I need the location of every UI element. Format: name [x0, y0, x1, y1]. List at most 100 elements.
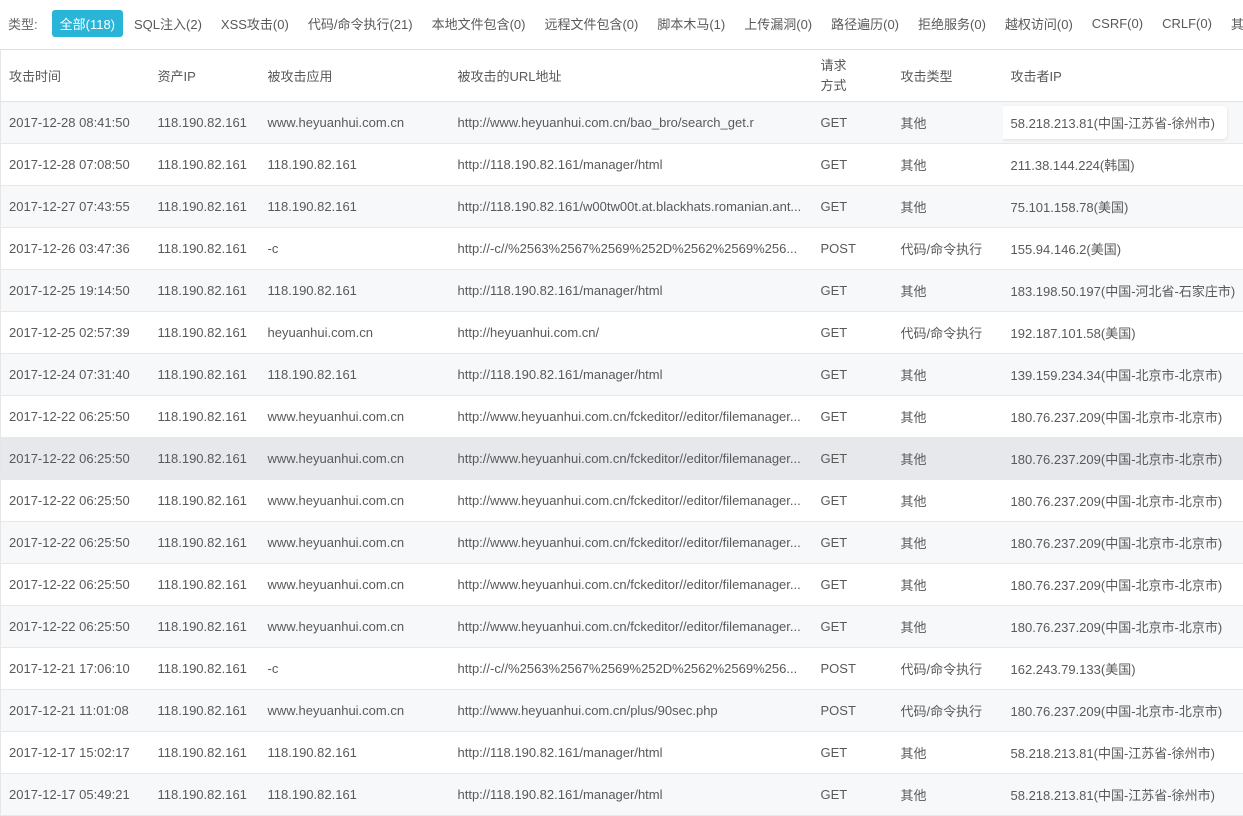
- filter-tab-11[interactable]: CSRF(0): [1084, 12, 1151, 35]
- cell-method-value: GET: [821, 283, 848, 298]
- filter-tab-5[interactable]: 远程文件包含(0): [536, 10, 646, 37]
- cell-method-value: GET: [821, 577, 848, 592]
- table-row[interactable]: 2017-12-24 07:31:40118.190.82.161118.190…: [1, 354, 1243, 396]
- cell-time: 2017-12-22 06:25:50: [1, 396, 150, 438]
- table-row[interactable]: 2017-12-22 06:25:50118.190.82.161www.hey…: [1, 606, 1243, 648]
- cell-time: 2017-12-22 06:25:50: [1, 480, 150, 522]
- cell-time-value: 2017-12-21 11:01:08: [9, 703, 129, 718]
- cell-app: 118.190.82.161: [260, 774, 450, 816]
- table-row[interactable]: 2017-12-26 03:47:36118.190.82.161-chttp:…: [1, 228, 1243, 270]
- cell-time-value: 2017-12-22 06:25:50: [9, 451, 130, 466]
- cell-url-value: http://www.heyuanhui.com.cn/plus/90sec.p…: [458, 703, 718, 718]
- cell-attacker_ip: 58.218.213.81(中国-江苏省-徐州市): [1003, 774, 1243, 816]
- cell-url: http://www.heyuanhui.com.cn/fckeditor//e…: [450, 606, 813, 648]
- cell-method-value: GET: [821, 199, 848, 214]
- cell-attacker_ip-value: 58.218.213.81(中国-江苏省-徐州市): [1011, 788, 1215, 803]
- cell-time: 2017-12-27 07:43:55: [1, 186, 150, 228]
- cell-method-value: GET: [821, 493, 848, 508]
- cell-app: www.heyuanhui.com.cn: [260, 522, 450, 564]
- cell-asset_ip: 118.190.82.161: [150, 732, 260, 774]
- cell-app: 118.190.82.161: [260, 144, 450, 186]
- table-row[interactable]: 2017-12-28 08:41:50118.190.82.161www.hey…: [1, 102, 1243, 144]
- cell-method-value: GET: [821, 409, 848, 424]
- column-header-time: 攻击时间: [1, 50, 150, 102]
- attack-log-table: 攻击时间资产IP被攻击应用被攻击的URL地址请求方式攻击类型攻击者IP 2017…: [0, 49, 1243, 816]
- cell-attack_type: 其他: [893, 144, 1003, 186]
- column-header-label: 资产IP: [158, 69, 196, 84]
- cell-attacker_ip-value: 183.198.50.197(中国-河北省-石家庄市): [1011, 284, 1236, 299]
- cell-app-value: www.heyuanhui.com.cn: [268, 493, 405, 508]
- table-row[interactable]: 2017-12-22 06:25:50118.190.82.161www.hey…: [1, 438, 1243, 480]
- table-row[interactable]: 2017-12-28 07:08:50118.190.82.161118.190…: [1, 144, 1243, 186]
- cell-attacker_ip-value: 180.76.237.209(中国-北京市-北京市): [1011, 536, 1223, 551]
- cell-method: GET: [813, 438, 893, 480]
- cell-app-value: 118.190.82.161: [268, 367, 357, 382]
- filter-tab-4[interactable]: 本地文件包含(0): [424, 10, 534, 37]
- cell-time: 2017-12-25 02:57:39: [1, 312, 150, 354]
- cell-asset_ip-value: 118.190.82.161: [158, 787, 247, 802]
- cell-attacker_ip: 180.76.237.209(中国-北京市-北京市): [1003, 564, 1243, 606]
- cell-method: GET: [813, 270, 893, 312]
- cell-app: www.heyuanhui.com.cn: [260, 564, 450, 606]
- cell-asset_ip: 118.190.82.161: [150, 270, 260, 312]
- cell-time: 2017-12-22 06:25:50: [1, 438, 150, 480]
- column-header-label: 请求方式: [821, 56, 852, 95]
- filter-tab-6[interactable]: 脚本木马(1): [649, 10, 733, 37]
- cell-time-value: 2017-12-17 15:02:17: [9, 745, 130, 760]
- cell-attacker_ip: 180.76.237.209(中国-北京市-北京市): [1003, 522, 1243, 564]
- table-row[interactable]: 2017-12-22 06:25:50118.190.82.161www.hey…: [1, 522, 1243, 564]
- column-header-label: 被攻击的URL地址: [458, 69, 562, 84]
- table-row[interactable]: 2017-12-21 17:06:10118.190.82.161-chttp:…: [1, 648, 1243, 690]
- filter-tab-1[interactable]: SQL注入(2): [126, 10, 210, 37]
- cell-url-value: http://www.heyuanhui.com.cn/bao_bro/sear…: [458, 115, 754, 130]
- cell-attack_type: 其他: [893, 438, 1003, 480]
- table-row[interactable]: 2017-12-25 19:14:50118.190.82.161118.190…: [1, 270, 1243, 312]
- cell-attack_type-value: 其他: [901, 200, 927, 215]
- cell-attack_type-value: 代码/命令执行: [901, 662, 983, 677]
- cell-url: http://118.190.82.161/manager/html: [450, 774, 813, 816]
- table-row[interactable]: 2017-12-27 07:43:55118.190.82.161118.190…: [1, 186, 1243, 228]
- filter-tab-8[interactable]: 路径遍历(0): [823, 10, 907, 37]
- table-row[interactable]: 2017-12-17 15:02:17118.190.82.161118.190…: [1, 732, 1243, 774]
- cell-method-value: GET: [821, 115, 848, 130]
- cell-url: http://www.heyuanhui.com.cn/bao_bro/sear…: [450, 102, 813, 144]
- filter-tab-9[interactable]: 拒绝服务(0): [910, 10, 994, 37]
- cell-app: www.heyuanhui.com.cn: [260, 480, 450, 522]
- table-row[interactable]: 2017-12-22 06:25:50118.190.82.161www.hey…: [1, 480, 1243, 522]
- cell-url: http://118.190.82.161/w00tw00t.at.blackh…: [450, 186, 813, 228]
- filter-tab-12[interactable]: CRLF(0): [1154, 12, 1220, 35]
- filter-tab-2[interactable]: XSS攻击(0): [213, 10, 297, 37]
- cell-asset_ip-value: 118.190.82.161: [158, 661, 247, 676]
- filter-tab-7[interactable]: 上传漏洞(0): [736, 10, 820, 37]
- cell-asset_ip: 118.190.82.161: [150, 396, 260, 438]
- cell-time: 2017-12-22 06:25:50: [1, 606, 150, 648]
- cell-attack_type: 代码/命令执行: [893, 648, 1003, 690]
- filter-tab-3[interactable]: 代码/命令执行(21): [300, 10, 421, 37]
- cell-url: http://www.heyuanhui.com.cn/plus/90sec.p…: [450, 690, 813, 732]
- cell-attacker_ip: 180.76.237.209(中国-北京市-北京市): [1003, 438, 1243, 480]
- table-row[interactable]: 2017-12-21 11:01:08118.190.82.161www.hey…: [1, 690, 1243, 732]
- cell-attack_type-value: 其他: [901, 452, 927, 467]
- cell-url-value: http://www.heyuanhui.com.cn/fckeditor//e…: [458, 409, 801, 424]
- table-row[interactable]: 2017-12-22 06:25:50118.190.82.161www.hey…: [1, 564, 1243, 606]
- cell-time-value: 2017-12-22 06:25:50: [9, 409, 130, 424]
- filter-tab-10[interactable]: 越权访问(0): [997, 10, 1081, 37]
- cell-url: http://118.190.82.161/manager/html: [450, 354, 813, 396]
- cell-method-value: GET: [821, 325, 848, 340]
- cell-method-value: GET: [821, 157, 848, 172]
- cell-attacker_ip: 75.101.158.78(美国): [1003, 186, 1243, 228]
- table-row[interactable]: 2017-12-25 02:57:39118.190.82.161heyuanh…: [1, 312, 1243, 354]
- filter-tab-0[interactable]: 全部(118): [52, 10, 123, 37]
- table-row[interactable]: 2017-12-17 05:49:21118.190.82.161118.190…: [1, 774, 1243, 816]
- table-row[interactable]: 2017-12-22 06:25:50118.190.82.161www.hey…: [1, 396, 1243, 438]
- cell-attack_type: 其他: [893, 522, 1003, 564]
- cell-attack_type: 其他: [893, 102, 1003, 144]
- cell-app: 118.190.82.161: [260, 354, 450, 396]
- cell-url: http://-c//%2563%2567%2569%252D%2562%256…: [450, 228, 813, 270]
- cell-url: http://118.190.82.161/manager/html: [450, 270, 813, 312]
- cell-attack_type-value: 其他: [901, 158, 927, 173]
- filter-tab-13[interactable]: 其他(94): [1223, 10, 1243, 37]
- cell-attack_type-value: 代码/命令执行: [901, 242, 983, 257]
- cell-attack_type-value: 其他: [901, 746, 927, 761]
- cell-method: GET: [813, 354, 893, 396]
